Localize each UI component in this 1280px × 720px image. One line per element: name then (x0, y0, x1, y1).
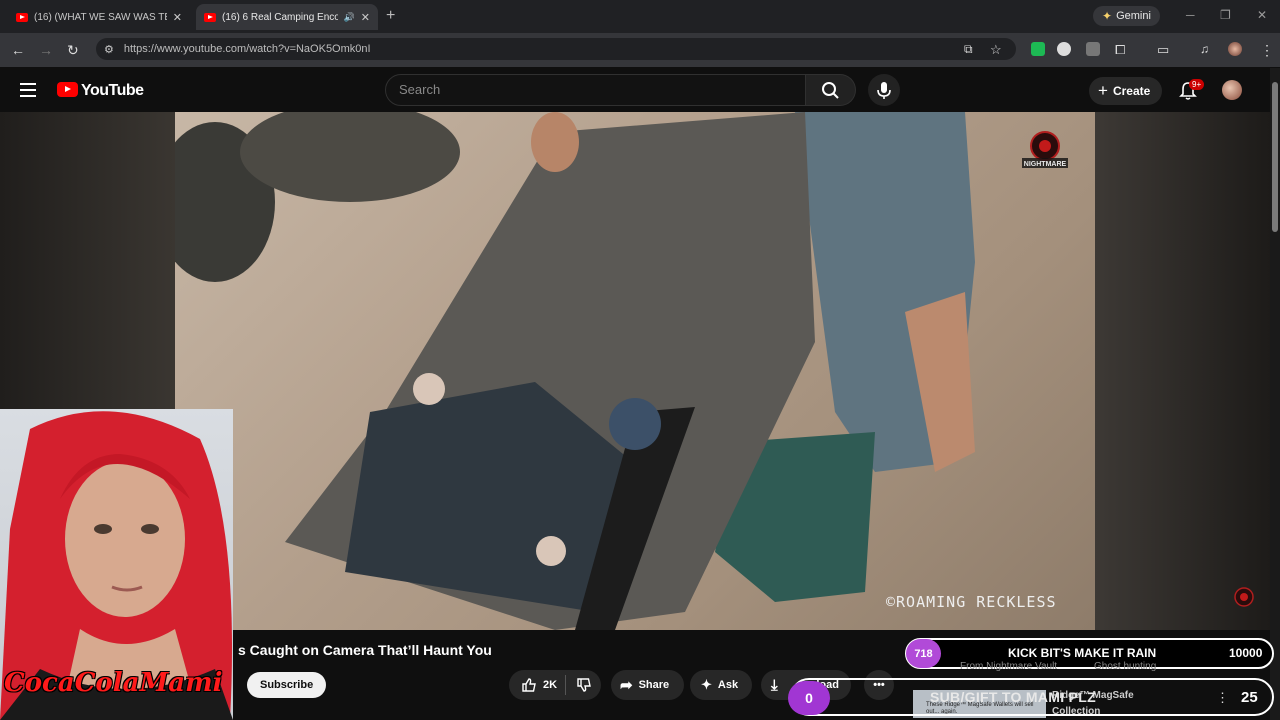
bits-current-count: 718 (906, 639, 941, 668)
browser-tab-bar (0, 0, 1280, 33)
bookmark-star-icon[interactable]: ☆ (990, 42, 1002, 58)
install-app-icon[interactable]: ⧉ (964, 42, 973, 57)
youtube-logo-icon[interactable] (57, 82, 78, 97)
like-count: 2K (543, 679, 558, 691)
url-text: https://www.youtube.com/watch?v=NaOK5Omk… (123, 43, 371, 55)
site-settings-icon[interactable]: ⚙ (104, 43, 114, 56)
recommend-chip-channel[interactable]: From Nightmare Vault (960, 661, 1057, 672)
minimize-button[interactable]: ─ (1186, 8, 1195, 22)
forward-arrow-icon[interactable]: → (39, 42, 53, 58)
sub-current-count: 0 (788, 681, 830, 715)
tab-search-icon[interactable]: ▭ (1157, 42, 1169, 58)
extension-icon[interactable] (1086, 42, 1100, 56)
gemini-button[interactable]: ✦ Gemini (1093, 6, 1160, 26)
profile-avatar[interactable] (1228, 42, 1242, 56)
youtube-wordmark[interactable]: YouTube (81, 82, 144, 100)
ask-button[interactable]: ✦ Ask (690, 670, 752, 700)
youtube-favicon-icon (204, 12, 216, 22)
share-arrow-icon: ➦ (620, 677, 633, 694)
tab-title: (16) (WHAT WE SAW WAS TERRIFYING) (34, 11, 167, 23)
search-box[interactable] (385, 74, 806, 106)
tab-close-icon[interactable]: ✕ (173, 11, 182, 24)
gemini-label: Gemini (1116, 10, 1151, 22)
svg-text:NIGHTMARE: NIGHTMARE (1024, 161, 1067, 168)
like-button[interactable]: 2K (509, 675, 567, 695)
address-bar[interactable]: ⚙ https://www.youtube.com/watch?v=NaOK5O… (96, 38, 1016, 60)
streamer-name-logo: CocaColaMami (4, 668, 223, 698)
microphone-icon (877, 82, 891, 99)
create-label: Create (1112, 84, 1151, 98)
dislike-button[interactable] (566, 677, 592, 693)
bits-goal-label: KICK BIT'S MAKE IT RAIN (1008, 646, 1157, 660)
extensions-puzzle-icon[interactable]: ⧠ (1115, 42, 1125, 58)
subscribe-button[interactable]: Subscribe (247, 672, 327, 698)
video-blur-right (1095, 112, 1270, 630)
recommend-chip-topic[interactable]: Ghost hunting (1094, 661, 1156, 672)
new-tab-button[interactable]: + (386, 7, 395, 25)
browser-menu-icon[interactable]: ⋮ (1260, 42, 1274, 59)
bits-goal-target: 10000 (1229, 646, 1263, 660)
search-input[interactable] (397, 81, 781, 98)
gemini-sparkle-icon: ✦ (1102, 9, 1113, 23)
ad-menu-kebab-icon[interactable]: ⋮ (1216, 690, 1229, 706)
share-label: Share (638, 679, 670, 691)
download-icon: ⤓ (771, 676, 778, 694)
video-watermark: ©ROAMING RECKLESS (886, 593, 1057, 611)
plus-icon: + (1098, 81, 1108, 100)
like-dislike-group: 2K (509, 670, 601, 700)
tab-close-icon[interactable]: ✕ (361, 11, 370, 24)
tab-title: (16) 6 Real Camping Encounters (222, 11, 338, 23)
notification-badge: 9+ (1189, 79, 1205, 90)
menu-hamburger-icon[interactable] (20, 83, 36, 97)
nightmare-vault-logo: NIGHTMARE (1022, 131, 1068, 168)
voice-search-button[interactable] (868, 74, 900, 106)
thumbs-up-icon (522, 678, 536, 692)
sub-goal-label: SUB/GIFT TO MAMI PLZ (930, 689, 1096, 705)
browser-tab-2-active[interactable]: (16) 6 Real Camping Encounters 🔊 ✕ (196, 4, 378, 30)
restore-button[interactable]: ❐ (1220, 8, 1231, 22)
create-button[interactable]: + Create (1089, 77, 1163, 105)
search-icon (822, 82, 839, 99)
video-title: s Caught on Camera That’ll Haunt You (238, 642, 492, 658)
close-window-button[interactable]: ✕ (1257, 8, 1267, 22)
reload-icon[interactable]: ↻ (67, 42, 79, 59)
sparkle-icon: ✦ (701, 677, 712, 692)
share-button[interactable]: ➦ Share (611, 670, 684, 700)
extension-circle-icon[interactable] (1057, 42, 1071, 56)
account-avatar[interactable] (1222, 80, 1242, 100)
thumbs-down-icon (577, 678, 591, 692)
channel-watermark-icon[interactable] (1232, 585, 1256, 609)
video-frame[interactable] (175, 112, 1095, 630)
video-scene-image (175, 112, 975, 630)
youtube-favicon-icon (16, 12, 28, 22)
kick-extension-icon[interactable] (1031, 42, 1045, 56)
ask-label: Ask (717, 679, 739, 691)
search-button[interactable] (806, 74, 856, 106)
back-arrow-icon[interactable]: ← (11, 42, 25, 58)
audio-playing-icon[interactable]: 🔊 (344, 12, 355, 23)
browser-tab-1[interactable]: (16) (WHAT WE SAW WAS TERRIFYING) ✕ (8, 4, 190, 30)
sub-goal-target: 25 (1241, 689, 1258, 706)
media-control-icon[interactable]: ♫ (1200, 42, 1209, 56)
scrollbar-thumb[interactable] (1272, 82, 1278, 232)
